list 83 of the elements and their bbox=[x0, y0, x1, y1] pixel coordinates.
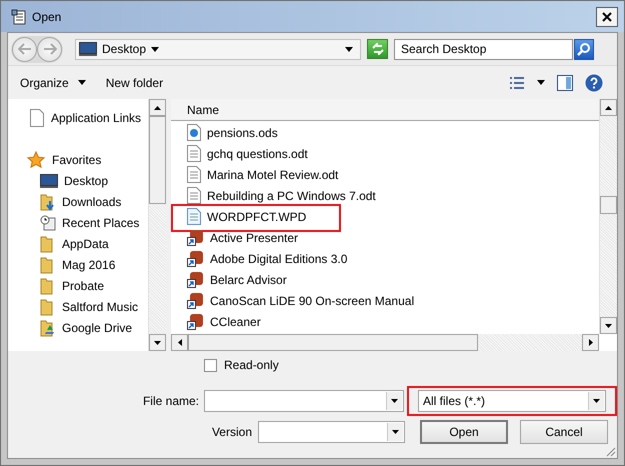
arrow-down-icon[interactable] bbox=[154, 340, 161, 344]
nav-item[interactable]: Mag 2016 bbox=[62, 258, 116, 272]
document-icon bbox=[187, 208, 201, 225]
nav-item[interactable]: Probate bbox=[62, 278, 104, 292]
caret-icon[interactable] bbox=[537, 80, 545, 85]
file-name[interactable]: gchq questions.odt bbox=[207, 146, 308, 160]
checkbox-label[interactable]: Read-only bbox=[224, 358, 279, 372]
shortcut-icon bbox=[187, 271, 204, 288]
new-folder-button[interactable]: New folder bbox=[102, 74, 168, 92]
nav-item[interactable]: Recent Places bbox=[62, 216, 140, 230]
monitor-icon bbox=[40, 174, 58, 188]
nav-item[interactable]: Downloads bbox=[62, 194, 122, 208]
file-name[interactable]: CanoScan LiDE 90 On-screen Manual bbox=[210, 294, 414, 308]
arrow-up-icon[interactable] bbox=[605, 106, 612, 110]
help-icon[interactable] bbox=[585, 74, 603, 92]
vertical-scrollbar[interactable] bbox=[148, 99, 166, 351]
shortcut-icon bbox=[187, 229, 204, 246]
cancel-button[interactable]: Cancel bbox=[520, 420, 608, 444]
dropdown-caret-icon[interactable] bbox=[345, 46, 353, 52]
file-name[interactable]: Belarc Advisor bbox=[210, 272, 287, 286]
dialog-icon bbox=[11, 8, 27, 24]
version-field[interactable] bbox=[258, 421, 405, 443]
caret-icon[interactable] bbox=[391, 399, 398, 403]
file-type-dropdown[interactable]: All files (*.*) bbox=[418, 390, 606, 412]
file-name[interactable]: Marina Motel Review.odt bbox=[207, 168, 338, 182]
document-icon bbox=[187, 145, 201, 162]
arrow-right-icon[interactable] bbox=[588, 339, 592, 346]
shortcut-icon bbox=[187, 250, 204, 267]
nav-item[interactable]: Favorites bbox=[52, 152, 102, 166]
nav-item[interactable]: Saltford Music bbox=[62, 300, 138, 314]
arrow-left-icon[interactable] bbox=[178, 339, 182, 346]
window-title: Open bbox=[32, 10, 62, 24]
view-list-icon[interactable] bbox=[509, 76, 525, 90]
scroll-thumb[interactable] bbox=[149, 116, 166, 204]
field-label: File name: bbox=[142, 394, 199, 408]
address-location[interactable]: Desktop bbox=[102, 42, 146, 56]
arrow-down-icon[interactable] bbox=[605, 324, 612, 328]
close-button[interactable] bbox=[596, 6, 618, 26]
read-only-checkbox[interactable] bbox=[204, 358, 217, 372]
file-name[interactable]: pensions.ods bbox=[207, 126, 278, 140]
nav-item[interactable]: AppData bbox=[62, 236, 109, 250]
caret-icon[interactable] bbox=[593, 399, 600, 403]
address-bar[interactable]: Desktop bbox=[75, 38, 361, 60]
monitor-icon bbox=[79, 42, 97, 56]
caret-icon[interactable] bbox=[392, 430, 399, 434]
nav-item[interactable]: Application Links bbox=[51, 110, 142, 124]
clock-document-icon bbox=[40, 214, 56, 230]
file-name[interactable]: Adobe Digital Editions 3.0 bbox=[210, 252, 348, 266]
file-name[interactable]: CCleaner bbox=[210, 314, 261, 328]
search-icon[interactable] bbox=[577, 42, 591, 56]
document-icon bbox=[187, 187, 201, 204]
search-button[interactable] bbox=[574, 38, 594, 60]
file-name[interactable]: Active Presenter bbox=[210, 230, 298, 244]
horizontal-scrollbar[interactable] bbox=[171, 334, 599, 351]
file-name-field[interactable] bbox=[204, 390, 404, 412]
close-icon[interactable] bbox=[602, 12, 612, 22]
preview-pane-icon[interactable] bbox=[557, 74, 573, 90]
star-icon bbox=[27, 150, 45, 168]
resize-grip-icon[interactable] bbox=[604, 445, 616, 457]
scroll-thumb[interactable] bbox=[188, 334, 478, 351]
scroll-thumb[interactable] bbox=[600, 196, 617, 214]
refresh-icon[interactable] bbox=[370, 43, 384, 55]
file-name[interactable]: Rebuilding a PC Windows 7.odt bbox=[207, 188, 376, 202]
nav-item[interactable]: Desktop bbox=[64, 174, 108, 188]
nav-item[interactable]: Google Drive bbox=[62, 320, 132, 334]
vertical-scrollbar[interactable] bbox=[599, 99, 617, 334]
field-label: Version bbox=[210, 425, 252, 439]
shortcut-icon bbox=[187, 292, 204, 309]
folder-arrow-icon bbox=[40, 192, 56, 210]
file-name[interactable]: WORDPFCT.WPD bbox=[207, 210, 306, 224]
caret-icon[interactable] bbox=[78, 80, 86, 85]
document-icon bbox=[187, 166, 201, 183]
arrow-up-icon[interactable] bbox=[154, 106, 161, 110]
folder-triangle-icon bbox=[40, 318, 56, 336]
organize-button[interactable]: Organize bbox=[16, 74, 90, 92]
open-button[interactable]: Open bbox=[420, 420, 508, 444]
column-header[interactable]: Name bbox=[171, 99, 599, 121]
refresh-button[interactable] bbox=[367, 39, 388, 59]
document-icon bbox=[30, 108, 44, 126]
search-field[interactable]: Search Desktop bbox=[394, 38, 573, 60]
caret-icon[interactable] bbox=[151, 46, 160, 52]
shortcut-icon bbox=[187, 313, 204, 330]
spreadsheet-icon bbox=[187, 124, 201, 141]
